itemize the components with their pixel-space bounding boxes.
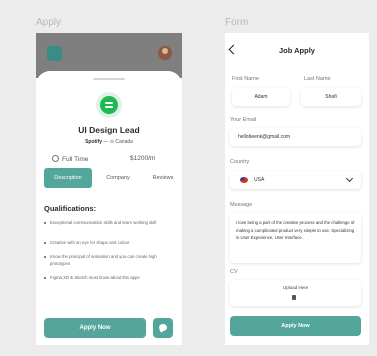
tab-reviews[interactable]: Reviews	[144, 168, 182, 188]
company-location: Spotify — ⊙ Canada	[36, 139, 182, 145]
salary: $1200/m	[130, 155, 156, 162]
location: Canada	[115, 139, 133, 145]
form-screen: Job Apply First Name Last Name Adam Shaf…	[225, 33, 369, 345]
company-name: Spotify	[85, 139, 103, 145]
apply-section-label: Apply	[36, 17, 62, 28]
canvas: Apply Form UI Design Lead Spotify — ⊙ Ca…	[0, 0, 377, 356]
message-field[interactable]: I love being a part of the creative proc…	[230, 213, 361, 263]
country-label: Country	[230, 159, 250, 165]
spotify-icon	[100, 96, 118, 114]
tab-company[interactable]: Company	[96, 168, 140, 188]
message-label: Message	[230, 202, 253, 208]
page-title: Job Apply	[279, 46, 315, 55]
first-name-label: First Name	[232, 76, 259, 82]
separator: —	[103, 139, 109, 145]
form-section-label: Form	[225, 17, 249, 28]
chat-icon	[159, 324, 167, 331]
menu-icon[interactable]	[47, 46, 62, 61]
cv-upload[interactable]: Upload Here	[230, 280, 361, 306]
company-logo	[96, 92, 122, 118]
message-value: I love being a part of the creative proc…	[236, 220, 355, 240]
qualifications-title: Qualifications:	[44, 204, 97, 213]
chevron-down-icon	[345, 174, 354, 183]
tab-bar: Description Company Reviews	[44, 168, 182, 188]
first-name-field[interactable]: Adam	[232, 88, 290, 106]
country-select[interactable]: USA	[230, 171, 361, 189]
job-detail-sheet: UI Design Lead Spotify — ⊙ Canada Full T…	[36, 71, 182, 345]
email-label: Your Email	[230, 117, 257, 123]
chat-button[interactable]	[153, 318, 173, 338]
apply-screen: UI Design Lead Spotify — ⊙ Canada Full T…	[36, 33, 182, 345]
last-name-field[interactable]: Shafi	[301, 88, 361, 106]
country-value: USA	[254, 177, 265, 183]
last-name-label: Last Name	[304, 76, 331, 82]
apply-now-button[interactable]: Apply Now	[44, 318, 146, 338]
job-type-text: Full Time	[62, 156, 89, 163]
location-icon: ⊙	[109, 139, 115, 145]
usa-flag-icon	[240, 177, 248, 183]
tab-description[interactable]: Description	[44, 168, 92, 188]
job-type: Full Time	[52, 155, 88, 163]
file-icon	[292, 295, 296, 300]
upload-label: Upload Here	[282, 285, 309, 290]
drag-handle[interactable]	[93, 78, 125, 80]
submit-button[interactable]: Apply Now	[230, 316, 361, 336]
job-title: UI Design Lead	[78, 125, 140, 135]
email-field[interactable]: hellobeenk@gmail.com	[230, 128, 361, 146]
avatar[interactable]	[158, 46, 172, 60]
cv-label: CV	[230, 269, 238, 275]
clock-icon	[52, 155, 59, 162]
